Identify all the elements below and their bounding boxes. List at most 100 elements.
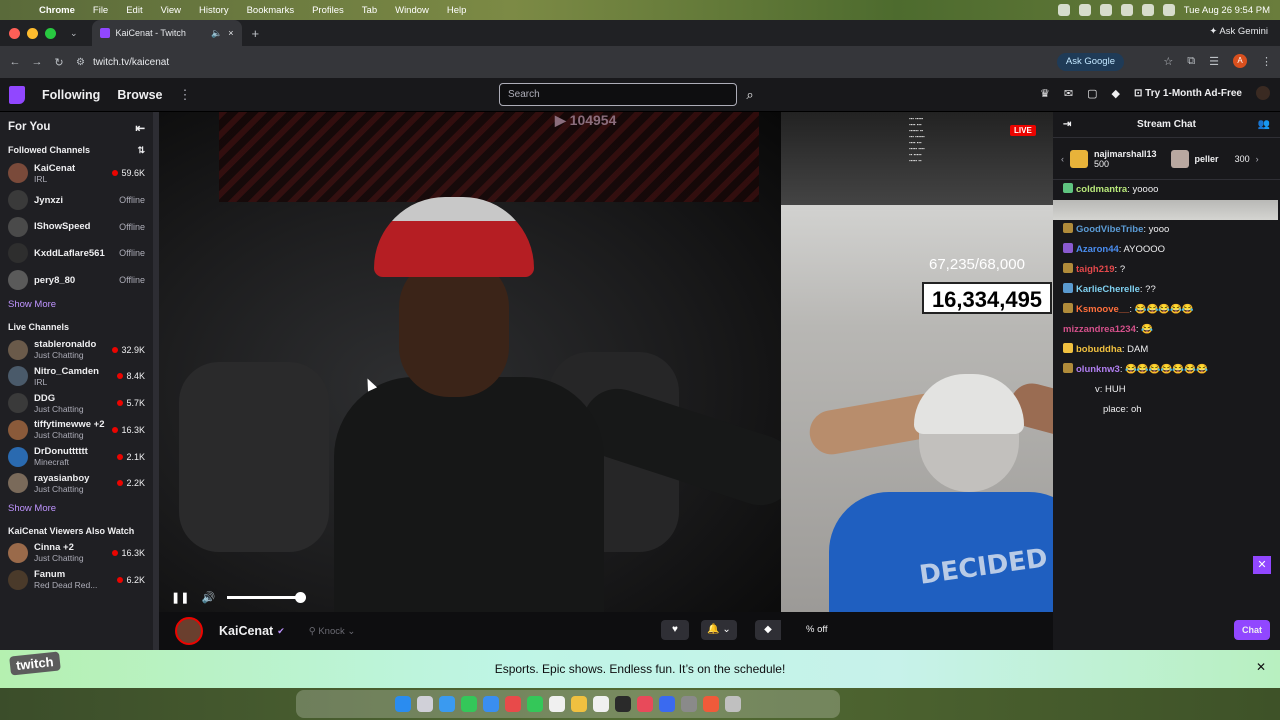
chat-message[interactable]: KarlieCherelle: ?? (1053, 280, 1280, 300)
tab-search-chevron-icon[interactable]: ⌄ (70, 28, 78, 39)
reading-list-icon[interactable]: ☰ (1209, 55, 1219, 68)
show-more-live[interactable]: Show More (0, 497, 153, 520)
search-icon[interactable]: ⌕ (739, 83, 761, 106)
next-icon[interactable]: › (1256, 154, 1259, 164)
tv-icon[interactable] (615, 696, 631, 712)
menu-app-name[interactable]: Chrome (30, 5, 84, 16)
chat-username[interactable]: Ksmoove__ (1076, 304, 1129, 315)
photos-icon[interactable] (505, 696, 521, 712)
notifications-bell-button[interactable]: 🔔 ⌄ (701, 620, 737, 640)
volume-slider[interactable] (227, 591, 307, 603)
chat-username[interactable]: GoodVibeTribe (1076, 224, 1143, 235)
chat-username[interactable]: mizzandrea1234 (1063, 324, 1136, 335)
channel-item[interactable]: IShowSpeed Offline (0, 213, 153, 240)
facetime-icon[interactable] (527, 696, 543, 712)
menu-file[interactable]: File (84, 5, 117, 16)
chat-message[interactable]: taigh219: ? (1053, 260, 1280, 280)
chat-message[interactable]: Ksmoove__: 😂😂😂😂😂 (1053, 300, 1280, 320)
show-more-followed[interactable]: Show More (0, 293, 153, 316)
chat-username[interactable]: KarlieCherelle (1076, 284, 1140, 295)
bits-icon[interactable]: ◆ (1112, 87, 1120, 100)
back-icon[interactable]: ← (4, 56, 26, 68)
close-window-icon[interactable] (9, 27, 20, 39)
messages-icon[interactable] (461, 696, 477, 712)
inbox-icon[interactable]: ✉ (1064, 87, 1073, 100)
channel-item[interactable]: Cinna +2 Just Chatting 16.3K (0, 540, 153, 567)
volume-knob[interactable] (295, 591, 307, 603)
streamer-avatar[interactable] (175, 617, 203, 645)
chat-message[interactable]: olunknw3: 😂😂😂😂😂😂😂 (1053, 360, 1280, 380)
tab-twitch[interactable]: KaiCenat - Twitch 🔈 × (91, 20, 242, 46)
channel-item[interactable]: DrDonutttttt Minecraft 2.1K (0, 443, 153, 470)
spotlight-icon[interactable] (1141, 4, 1154, 16)
search-input[interactable]: Search (499, 83, 737, 106)
chrome-icon[interactable] (703, 696, 719, 712)
channel-item[interactable]: Jynxzi Offline (0, 187, 153, 214)
gift-sub-icon[interactable]: ◆ (755, 620, 781, 640)
whispers-icon[interactable]: ▢ (1087, 87, 1097, 100)
menu-help[interactable]: Help (438, 5, 476, 16)
menu-history[interactable]: History (190, 5, 238, 16)
follow-heart-button[interactable]: ♥ (661, 620, 689, 640)
channel-item[interactable]: rayasianboy Just Chatting 2.2K (0, 470, 153, 497)
new-tab-icon[interactable]: + (252, 26, 260, 41)
menu-bookmarks[interactable]: Bookmarks (238, 5, 304, 16)
pause-icon[interactable]: ❚❚ (171, 591, 189, 604)
menu-window[interactable]: Window (386, 5, 438, 16)
menu-tab[interactable]: Tab (353, 5, 386, 16)
reminders-icon[interactable] (593, 696, 609, 712)
menu-view[interactable]: View (152, 5, 190, 16)
discount-label[interactable]: % off (806, 624, 827, 635)
reload-icon[interactable]: ↻ (48, 56, 70, 69)
settings-icon[interactable] (681, 696, 697, 712)
finder-icon[interactable] (395, 696, 411, 712)
channel-item[interactable]: stableronaldo Just Chatting 32.9K (0, 336, 153, 363)
app-store-icon[interactable] (659, 696, 675, 712)
tab-audio-icon[interactable]: 🔈 (211, 28, 222, 39)
knock-button[interactable]: ⚲ Knock ⌄ (309, 626, 356, 637)
maximize-window-icon[interactable] (45, 27, 56, 39)
profile-avatar[interactable]: A (1233, 54, 1247, 68)
tab-close-icon[interactable]: × (228, 28, 233, 38)
forward-icon[interactable]: → (26, 56, 48, 68)
music-icon[interactable] (637, 696, 653, 712)
chat-message[interactable]: GoodVibeTribe: yooo (1053, 220, 1280, 240)
site-info-icon[interactable]: ⚙ (76, 57, 85, 68)
collapse-sidebar-icon[interactable]: ⇤ (135, 121, 145, 135)
status-app-icon[interactable] (1078, 4, 1091, 16)
nav-browse[interactable]: Browse (117, 88, 162, 102)
expand-chat-icon[interactable]: ⇥ (1063, 119, 1071, 130)
chat-send-button[interactable]: Chat (1234, 620, 1270, 640)
status-app-icon[interactable] (1057, 4, 1070, 16)
channel-item[interactable]: KxddLaflare561 Offline (0, 240, 153, 267)
close-icon[interactable]: ✕ (1256, 660, 1266, 674)
bookmark-star-icon[interactable]: ☆ (1163, 55, 1173, 68)
menu-profiles[interactable]: Profiles (303, 5, 353, 16)
safari-icon[interactable] (439, 696, 455, 712)
chat-username[interactable]: taigh219 (1076, 264, 1115, 275)
chat-users-icon[interactable]: 👥 (1258, 119, 1270, 130)
ad-free-button[interactable]: ⊡ Try 1-Month Ad-Free (1134, 88, 1242, 99)
channel-item[interactable]: Fanum Red Dead Red... 6.2K (0, 566, 153, 593)
wifi-icon[interactable] (1120, 4, 1133, 16)
chat-message[interactable]: bobuddha: DAM (1053, 340, 1280, 360)
prev-icon[interactable]: ‹ (1061, 154, 1064, 164)
channel-item[interactable]: Nitro_Camden IRL 8.4K (0, 363, 153, 390)
crown-icon[interactable]: ♛ (1040, 87, 1050, 100)
status-app-icon[interactable] (1099, 4, 1112, 16)
extensions-icon[interactable]: ⧉ (1187, 55, 1195, 68)
volume-icon[interactable]: 🔊 (201, 591, 215, 604)
chat-message[interactable]: mizzandrea1234: 😂 (1053, 320, 1280, 340)
nav-following[interactable]: Following (42, 88, 100, 102)
ask-google-button[interactable]: Ask Google (1056, 53, 1124, 71)
channel-item[interactable]: DDG Just Chatting 5.7K (0, 390, 153, 417)
sort-icon[interactable]: ⇅ (137, 145, 145, 156)
video-player[interactable]: ▶ 104954 ▪▪▪ ▪▪▪▪▪ ▪▪▪▪ ▪▪▪ ▪▪▪▪▪▪ ▪▪ ▪▪▪ ▪… (159, 112, 1053, 612)
channel-item[interactable]: pery8_80 Offline (0, 267, 153, 294)
menu-edit[interactable]: Edit (117, 5, 151, 16)
launchpad-icon[interactable] (417, 696, 433, 712)
streamer-name[interactable]: KaiCenat (219, 624, 273, 638)
promo-banner[interactable]: twitch Esports. Epic shows. Endless fun.… (0, 650, 1280, 688)
chat-username[interactable]: Azaron44 (1076, 244, 1119, 255)
chat-message[interactable]: Azaron44: AYOOOO (1053, 240, 1280, 260)
